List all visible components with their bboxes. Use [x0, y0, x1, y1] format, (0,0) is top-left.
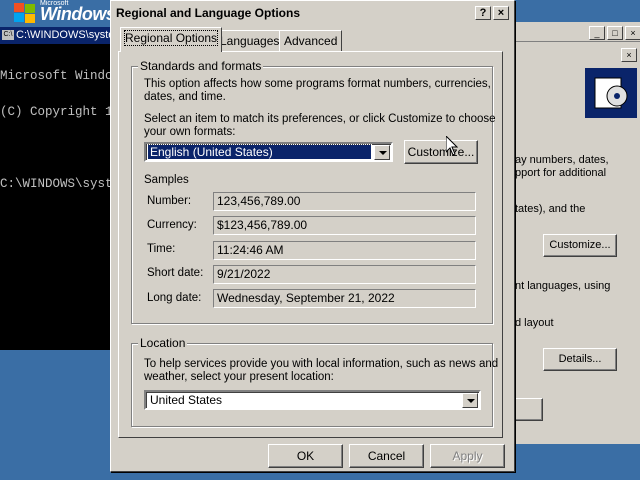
sample-currency-value: $123,456,789.00	[213, 216, 476, 235]
bg-customize-button[interactable]: Customize...	[543, 234, 617, 257]
standards-select-2: your own formats:	[144, 126, 236, 138]
console-title-bar[interactable]: C:\ C:\WINDOWS\system32\cmd.exe	[0, 27, 120, 44]
sample-time-value: 11:24:46 AM	[213, 241, 476, 260]
bg-text-2: pport for additional	[515, 167, 607, 179]
chevron-down-icon[interactable]	[374, 145, 390, 160]
dialog-title: Regional and Language Options	[116, 6, 301, 20]
background-dialog-title-bar[interactable]: _ □ ×	[511, 22, 640, 42]
location-select[interactable]: United States	[144, 390, 481, 410]
close-icon[interactable]: ×	[621, 48, 637, 62]
tab-languages[interactable]: Languages	[215, 30, 285, 52]
maximize-button[interactable]: □	[607, 26, 623, 40]
apply-button[interactable]: Apply	[430, 444, 505, 468]
sample-label-time: Time:	[147, 243, 176, 255]
mouse-pointer-icon	[446, 136, 458, 156]
bg-text-5: d layout	[515, 317, 554, 329]
bg-details-button[interactable]: Details...	[543, 348, 617, 371]
sample-label-long-date: Long date:	[147, 292, 202, 304]
tab-label: Regional Options	[123, 30, 219, 46]
standards-desc-2: dates, and time.	[144, 91, 226, 103]
logo-windows-text: Windows	[40, 4, 116, 24]
tab-sheet: Standards and formats This option affect…	[118, 51, 503, 438]
bg-text-3: tates), and the	[515, 203, 586, 215]
close-button[interactable]: ×	[625, 26, 640, 40]
background-dialog[interactable]: _ □ × × ay numbers, dates, pport for add…	[510, 22, 640, 444]
tab-regional-options[interactable]: Regional Options	[120, 27, 223, 52]
bg-text-4: nt languages, using	[515, 280, 611, 292]
chevron-down-icon[interactable]	[462, 393, 478, 408]
globe-package-icon	[585, 68, 637, 118]
console-icon: C:\	[2, 30, 14, 40]
console-window[interactable]: C:\ C:\WINDOWS\system32\cmd.exe Microsof…	[0, 27, 120, 350]
standards-group: Standards and formats This option affect…	[131, 59, 496, 324]
windows-logo: Microsoft Windows	[0, 0, 120, 26]
sample-label-currency: Currency:	[147, 219, 197, 231]
sample-long-date-value: Wednesday, September 21, 2022	[213, 289, 476, 308]
console-line: (C) Copyright 1985-2001 Microsoft Corp.	[0, 105, 120, 119]
dialog-title-bar[interactable]: Regional and Language Options ? ×	[113, 3, 512, 23]
windows-flag-icon	[14, 3, 36, 23]
console-title: C:\WINDOWS\system32\cmd.exe	[16, 29, 120, 41]
sample-number-value: 123,456,789.00	[213, 192, 476, 211]
sample-label-number: Number:	[147, 195, 192, 207]
ok-button[interactable]: OK	[268, 444, 343, 468]
location-legend: Location	[138, 336, 188, 350]
location-desc-2: weather, select your present location:	[144, 371, 334, 383]
location-select-value: United States	[150, 393, 223, 407]
samples-heading: Samples	[144, 174, 189, 186]
bg-partial-button[interactable]	[513, 398, 543, 421]
format-select-value: English (United States)	[147, 144, 372, 160]
console-output[interactable]: Microsoft Windows XP [Version 5.1.2600] …	[0, 44, 120, 214]
console-line: C:\WINDOWS\system32>	[0, 177, 120, 191]
standards-select-1: Select an item to match its preferences,…	[144, 113, 496, 125]
cancel-button[interactable]: Cancel	[349, 444, 424, 468]
standards-desc-1: This option affects how some programs fo…	[144, 78, 491, 90]
tab-advanced[interactable]: Advanced	[279, 30, 343, 52]
sample-short-date-value: 9/21/2022	[213, 265, 476, 284]
bg-text-1: ay numbers, dates,	[515, 154, 609, 166]
customize-button[interactable]: Customize...	[404, 140, 478, 164]
sample-label-short-date: Short date:	[147, 267, 204, 279]
tab-label: Languages	[220, 34, 280, 48]
location-group: Location To help services provide you wi…	[131, 336, 498, 427]
standards-legend: Standards and formats	[138, 59, 264, 73]
location-desc-1: To help services provide you with local …	[144, 358, 499, 370]
format-select[interactable]: English (United States)	[144, 142, 393, 162]
regional-language-dialog[interactable]: Regional and Language Options ? × Region…	[110, 0, 515, 472]
minimize-button[interactable]: _	[589, 26, 605, 40]
help-button[interactable]: ?	[475, 6, 491, 20]
close-button[interactable]: ×	[493, 6, 509, 20]
console-line: Microsoft Windows XP [Version 5.1.2600]	[0, 69, 120, 83]
tab-label: Advanced	[284, 34, 338, 48]
